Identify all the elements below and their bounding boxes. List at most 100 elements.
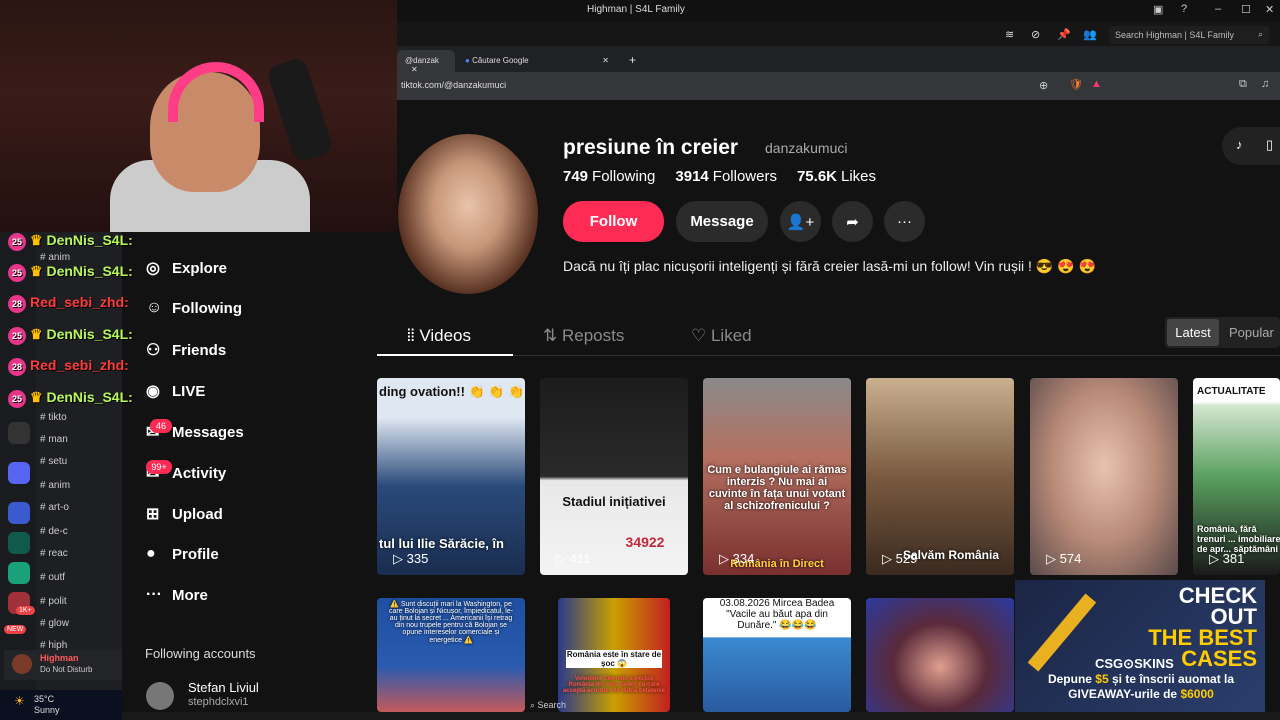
sidebar-item-label: Following (172, 299, 242, 317)
tab-liked-label: Liked (710, 326, 752, 345)
share-icon[interactable]: ➦ (832, 201, 873, 242)
close-icon[interactable]: ✕ (1265, 3, 1274, 16)
following-icon: ☺ (146, 299, 163, 316)
threads-icon[interactable]: ≋ (1005, 28, 1014, 41)
channel-item[interactable]: # setu (40, 456, 67, 467)
sidebar-item-live[interactable]: ◉ LIVE (146, 381, 205, 401)
channel-item[interactable]: # art-o (40, 502, 69, 513)
sidebar-item-profile[interactable]: ● Profile (146, 545, 219, 563)
chat-username: DenNis_S4L: (46, 232, 133, 248)
video-thumbnail-2[interactable]: Stadiul inițiativei 34922 ▷ 411 (540, 378, 688, 575)
side-actions: ♪ ▯ (1222, 127, 1280, 165)
messages-badge: 46 (150, 419, 172, 433)
inbox-icon[interactable]: ▣ (1153, 3, 1163, 16)
activity-badge: 99+ (146, 460, 172, 474)
brave-shield-icon[interactable]: 🛡 (1069, 78, 1083, 91)
tiktok-icon[interactable]: ♪ (1236, 137, 1243, 152)
channel-search-input[interactable]: Search Highman | S4L Family ⌕ (1109, 26, 1269, 44)
followers-count: 3914 (675, 168, 709, 185)
sort-popular[interactable]: Popular (1229, 325, 1274, 340)
channel-item[interactable]: # anim (40, 480, 70, 491)
mute-icon[interactable]: ⊘ (1031, 28, 1040, 41)
pin-icon[interactable]: 📌 (1057, 28, 1071, 41)
message-button[interactable]: Message (676, 201, 768, 242)
tab-videos[interactable]: ⦙⦙ Videos (407, 326, 471, 346)
video-thumbnail-8[interactable]: România este în stare de șoc 😱 Volodimir… (558, 598, 670, 712)
sidebar-item-friends[interactable]: ⚇ Friends (146, 340, 226, 360)
maximize-icon[interactable]: ☐ (1241, 3, 1251, 16)
sidebar-item-label: Friends (172, 341, 227, 359)
channel-label: anim (48, 252, 71, 263)
search-icon: ⌕ (1257, 29, 1263, 39)
server-icon[interactable] (8, 462, 30, 484)
sidebar-item-following[interactable]: ☺ Following (146, 299, 242, 317)
follow-button[interactable]: Follow (563, 201, 664, 242)
channel-item[interactable]: # reac (40, 548, 68, 559)
view-count: ▷ 334 (719, 551, 754, 567)
channel-label: polit (48, 596, 67, 607)
minimize-icon[interactable]: – (1215, 3, 1221, 15)
ad-promo-text: și te înscrii auomat la (1112, 672, 1235, 686)
video-thumbnail-3[interactable]: Cum e bulangiule ai rămas interzis ? Nu … (703, 378, 851, 575)
server-icon[interactable] (8, 502, 30, 524)
sidebar-item-more[interactable]: ··· More (146, 586, 208, 604)
channel-item[interactable]: # de-c (40, 526, 68, 537)
music-icon[interactable]: ♫ (1261, 78, 1269, 90)
add-friend-icon[interactable]: 👤+ (780, 201, 821, 242)
sidebar-item-explore[interactable]: ◎ Explore (146, 258, 227, 278)
view-count: ▷ 529 (882, 551, 917, 567)
new-tab-icon[interactable]: + (621, 50, 644, 72)
channel-item[interactable]: # outf (40, 572, 65, 583)
server-icon[interactable] (8, 562, 30, 584)
following-stat[interactable]: 749 Following (563, 168, 655, 185)
video-thumbnail-4[interactable]: Salvăm România ▷ 529 (866, 378, 1014, 575)
help-icon[interactable]: ? (1181, 3, 1187, 15)
sidebar-item-upload[interactable]: ⊞ Upload (146, 504, 223, 524)
play-icon: ▷ (556, 551, 570, 566)
video-thumbnail-5[interactable]: ▷ 574 (1030, 378, 1178, 575)
tab-liked[interactable]: ♡ Liked (691, 326, 752, 346)
channel-item[interactable]: # tikto (40, 412, 67, 423)
discord-username: Highman (40, 653, 79, 663)
channel-item[interactable]: # glow (40, 618, 69, 629)
tab-reposts[interactable]: ⇅ Reposts (543, 326, 624, 346)
zoom-icon[interactable]: ⊕ (1039, 79, 1048, 92)
server-icon[interactable] (8, 422, 30, 444)
account-avatar[interactable] (146, 682, 174, 710)
microphone (265, 56, 335, 164)
profile-avatar[interactable] (398, 134, 538, 294)
extensions-icon[interactable]: ⧉ (1239, 78, 1247, 91)
taskbar-search-label: Search (537, 700, 567, 710)
play-icon: ▷ (882, 551, 896, 566)
ad-promo-text: GIVEAWAY-urile de (1068, 687, 1178, 701)
sort-latest[interactable]: Latest (1167, 319, 1219, 346)
knife-graphic (1027, 593, 1097, 672)
video-thumbnail-7[interactable]: ⚠️ Sunt discuții mari la Washington, pe … (377, 598, 525, 712)
taskbar: ⌕ Search (122, 700, 1280, 720)
close-tab-icon[interactable]: ✕ (602, 56, 609, 65)
video-thumbnail-9[interactable]: 03.08.2026 Mircea Badea "Vacile au băut … (703, 598, 851, 712)
discord-user-panel[interactable]: Highman Do Not Disturb (4, 650, 122, 680)
taskbar-search[interactable]: ⌕ Search (530, 700, 566, 711)
channel-item[interactable]: # polit (40, 596, 67, 607)
server-icon[interactable] (8, 532, 30, 554)
more-options-icon[interactable]: ··· (884, 201, 925, 242)
tab-google[interactable]: ● Căutare Google ✕ (457, 50, 617, 72)
video-thumbnail-6[interactable]: ACTUALITATE România, fără trenuri ... im… (1193, 378, 1280, 575)
tab-tiktok[interactable]: @danzak ✕ (397, 50, 455, 74)
device-icon[interactable]: ▯ (1266, 137, 1273, 153)
brave-rewards-icon[interactable]: ▲ (1091, 78, 1102, 90)
followers-stat[interactable]: 3914 Followers (675, 168, 777, 185)
weather-widget[interactable]: ☀ 35°C Sunny (0, 690, 122, 720)
video-thumbnail-10[interactable] (866, 598, 1014, 712)
video-thumbnail-1[interactable]: ding ovation!! 👏 👏 👏 tul lui Ilie Sărăci… (377, 378, 525, 575)
account-name[interactable]: Stefan Liviul (188, 680, 259, 695)
chat-message: 25 ♛ DenNis_S4L: (8, 232, 133, 251)
video-caption: Cum e bulangiule ai rămas interzis ? Nu … (707, 464, 847, 512)
members-icon[interactable]: 👥 (1083, 28, 1097, 41)
channel-label: reac (48, 548, 68, 559)
ad-amount: $5 (1095, 672, 1109, 686)
address-bar[interactable]: tiktok.com/@danzakumuci ⊕ 🛡 ▲ ⧉ ♫ (397, 72, 1280, 100)
channel-item[interactable]: # anim (40, 252, 70, 263)
channel-item[interactable]: # man (40, 434, 68, 445)
